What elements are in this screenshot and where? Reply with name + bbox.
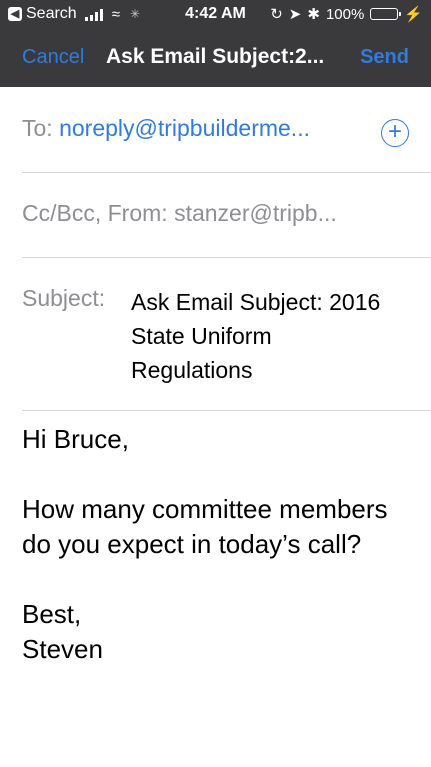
send-button[interactable]: Send: [360, 46, 409, 69]
nav-title: Ask Email Subject:2...: [106, 45, 325, 68]
navigation-bar: Cancel Ask Email Subject:2... Send: [0, 38, 431, 78]
from-address[interactable]: stanzer@tripb...: [174, 200, 337, 226]
bluetooth-icon: ✱: [307, 6, 320, 23]
cc-bcc-from-field[interactable]: Cc/Bcc, From: stanzer@tripb...: [22, 200, 402, 227]
battery-icon: [370, 8, 402, 20]
to-recipient[interactable]: noreply@tripbuilderme...: [59, 115, 310, 142]
to-field[interactable]: To: noreply@tripbuilderme...: [22, 115, 310, 142]
subject-input[interactable]: Ask Email Subject: 2016 State Uniform Re…: [131, 285, 391, 387]
cc-bcc-from-row[interactable]: Cc/Bcc, From: stanzer@tripb...: [22, 172, 431, 258]
status-bar: ◀ Search ≈ ✳ 4:42 AM ↻ ➤ ✱ 100% ⚡: [0, 0, 431, 30]
cc-bcc-from-label: Cc/Bcc, From:: [22, 200, 168, 226]
subject-row[interactable]: Subject: Ask Email Subject: 2016 State U…: [22, 257, 431, 411]
orientation-lock-icon: ↻: [270, 6, 283, 23]
status-right: ↻ ➤ ✱ 100% ⚡: [270, 5, 423, 24]
cancel-button[interactable]: Cancel: [22, 46, 84, 69]
to-row[interactable]: To: noreply@tripbuilderme... +: [22, 87, 431, 173]
battery-percent: 100%: [325, 5, 365, 23]
top-bar: ◀ Search ≈ ✳ 4:42 AM ↻ ➤ ✱ 100% ⚡ Cancel…: [0, 0, 431, 87]
add-recipient-icon[interactable]: +: [381, 119, 409, 147]
charging-icon: ⚡: [404, 6, 423, 23]
subject-label: Subject:: [22, 285, 106, 311]
to-label: To:: [22, 115, 53, 141]
location-icon: ➤: [288, 6, 302, 23]
message-body[interactable]: Hi Bruce, How many committee members do …: [22, 422, 412, 667]
